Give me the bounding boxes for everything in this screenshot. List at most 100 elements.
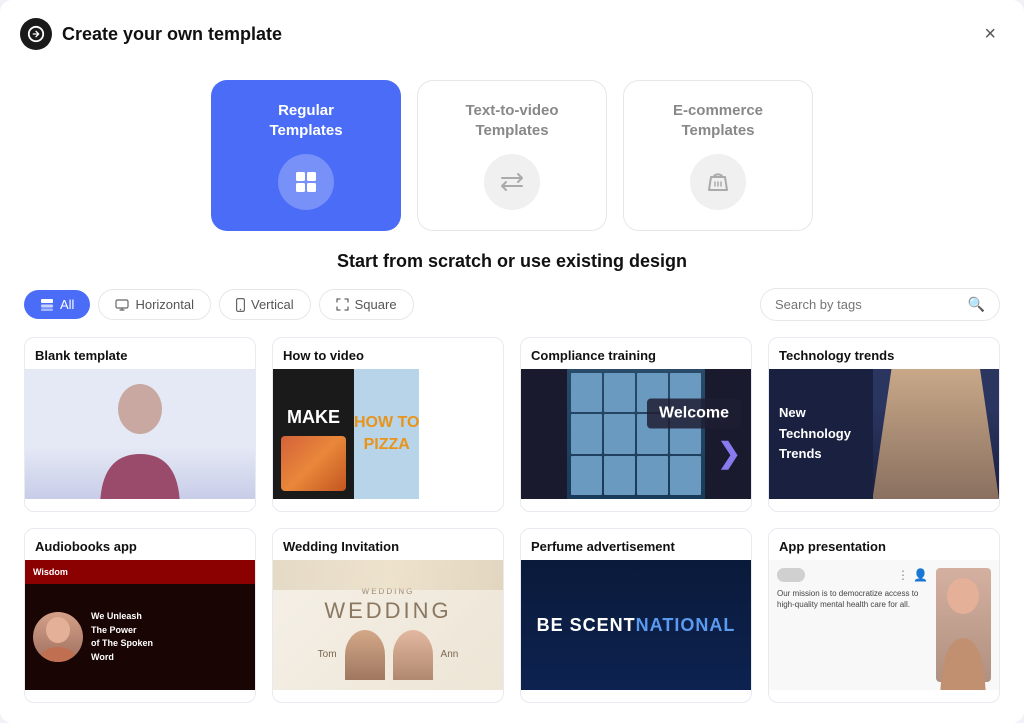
template-card-app[interactable]: App presentation ⋮ 👤 Our mission is to d… <box>768 528 1000 703</box>
type-card-row: RegularTemplates Text-to-videoTemplates <box>0 64 1024 251</box>
compliance-thumbnail: Welcome ❯ <box>521 369 751 499</box>
app-left-panel: ⋮ 👤 Our mission is to democratize access… <box>777 568 928 682</box>
close-button[interactable]: × <box>980 20 1000 48</box>
person-silhouette <box>95 379 185 499</box>
welcome-overlay: Welcome ❯ <box>647 399 741 470</box>
template-card-tech[interactable]: Technology trends New Technology Trends <box>768 337 1000 512</box>
howto-left-panel: MAKE <box>273 369 354 499</box>
perfume-text-graphic: BE SCENTNATIONAL <box>537 615 736 636</box>
app-thumbnail: ⋮ 👤 Our mission is to democratize access… <box>769 560 999 690</box>
window-6 <box>604 414 635 453</box>
welcome-arrow-icon: ❯ <box>718 437 741 470</box>
create-template-dialog: Create your own template × RegularTempla… <box>0 0 1024 723</box>
filter-search-row: All Horizontal Vertical <box>0 288 1024 321</box>
bride-graphic <box>393 630 433 680</box>
type-card-ttv-label: Text-to-videoTemplates <box>465 101 558 140</box>
square-icon <box>336 298 349 311</box>
tech-person-silhouette <box>873 369 1000 499</box>
layers-icon <box>40 298 54 312</box>
template-card-perfume[interactable]: Perfume advertisement BE SCENTNATIONAL <box>520 528 752 703</box>
filter-horizontal-label: Horizontal <box>135 297 194 312</box>
wedding-floral-graphic <box>273 560 503 590</box>
filter-horizontal-button[interactable]: Horizontal <box>98 289 211 320</box>
type-card-regular[interactable]: RegularTemplates <box>211 80 401 231</box>
bride-name: Ann <box>441 649 459 660</box>
app-person-icon: 👤 <box>913 568 928 582</box>
window-1 <box>571 373 602 412</box>
howto-pizza-graphic <box>281 436 346 491</box>
tech-thumbnail: New Technology Trends <box>769 369 999 499</box>
window-5 <box>571 414 602 453</box>
app-person-graphic <box>936 568 991 682</box>
howto-thumbnail: MAKE HOW TO PIZZA <box>273 369 503 499</box>
wedding-title-text: WEDDING <box>324 598 451 624</box>
tech-word-1: New <box>779 405 863 422</box>
type-card-regular-label: RegularTemplates <box>269 101 342 140</box>
groom-name: Tom <box>318 649 337 660</box>
wedding-content: WEDDiNG WEDDING Tom Ann <box>318 587 459 680</box>
filter-vertical-button[interactable]: Vertical <box>219 289 311 320</box>
filter-all-label: All <box>60 297 74 312</box>
template-label-blank: Blank template <box>25 338 255 369</box>
regular-icon-container <box>278 154 334 210</box>
tech-text-panel: New Technology Trends <box>769 369 873 499</box>
template-card-compliance[interactable]: Compliance training Welc <box>520 337 752 512</box>
template-card-audiobooks[interactable]: Audiobooks app Wisdom We UnleashThe Powe… <box>24 528 256 703</box>
window-2 <box>604 373 635 412</box>
template-card-howto[interactable]: How to video MAKE HOW TO PIZZA <box>272 337 504 512</box>
app-toggle-graphic <box>777 568 805 582</box>
search-box: 🔍 <box>760 288 1000 321</box>
window-10 <box>604 456 635 495</box>
howto-make-text: MAKE <box>281 403 346 432</box>
audiobooks-thumbnail: Wisdom We UnleashThe Powerof The SpokenW… <box>25 560 255 690</box>
templates-grid: Blank template How to video MAKE <box>0 337 1024 723</box>
phone-icon <box>236 298 245 312</box>
groom-graphic <box>345 630 385 680</box>
search-icon: 🔍 <box>968 296 985 313</box>
search-input[interactable] <box>775 297 960 312</box>
template-label-wedding: Wedding Invitation <box>273 529 503 560</box>
template-label-audiobooks: Audiobooks app <box>25 529 255 560</box>
type-card-ecommerce[interactable]: E-commerceTemplates <box>623 80 813 231</box>
tech-word-3: Trends <box>779 446 863 463</box>
grid-icon <box>292 168 320 196</box>
type-card-ecom-label: E-commerceTemplates <box>673 101 763 140</box>
audio-header-text: Wisdom <box>33 567 68 577</box>
howto-right-panel: HOW TO PIZZA <box>354 369 419 499</box>
audio-header: Wisdom <box>25 560 255 584</box>
blank-person-graphic <box>25 369 255 499</box>
filter-all-button[interactable]: All <box>24 290 90 319</box>
basket-icon <box>704 168 732 196</box>
template-label-app: App presentation <box>769 529 999 560</box>
filter-square-button[interactable]: Square <box>319 289 414 320</box>
template-card-wedding[interactable]: Wedding Invitation WEDDiNG WEDDING Tom A… <box>272 528 504 703</box>
audio-person-graphic <box>33 612 83 662</box>
welcome-text: Welcome <box>647 399 741 429</box>
dialog-header: Create your own template × <box>0 0 1024 64</box>
template-label-perfume: Perfume advertisement <box>521 529 751 560</box>
app-logo <box>20 18 52 50</box>
monitor-icon <box>115 299 129 311</box>
template-label-tech: Technology trends <box>769 338 999 369</box>
ecom-icon-container <box>690 154 746 210</box>
swap-icon <box>498 171 526 193</box>
type-card-text-to-video[interactable]: Text-to-videoTemplates <box>417 80 607 231</box>
app-dots-icon: ⋮ <box>897 568 909 582</box>
template-card-blank[interactable]: Blank template <box>24 337 256 512</box>
window-9 <box>571 456 602 495</box>
ttv-icon-container <box>484 154 540 210</box>
howto-how-to-text: HOW TO <box>354 414 419 432</box>
app-person-silhouette <box>936 568 991 690</box>
howto-pizza-text: PIZZA <box>364 436 410 454</box>
filter-square-label: Square <box>355 297 397 312</box>
template-label-compliance: Compliance training <box>521 338 751 369</box>
tech-person-graphic <box>873 369 1000 499</box>
tech-word-2: Technology <box>779 426 863 443</box>
blank-thumbnail <box>25 369 255 499</box>
audio-text-area: We UnleashThe Powerof The SpokenWord <box>91 610 153 664</box>
wedding-thumbnail: WEDDiNG WEDDING Tom Ann <box>273 560 503 690</box>
audio-body-text: We UnleashThe Powerof The SpokenWord <box>91 610 153 664</box>
person-head <box>33 612 83 662</box>
dialog-title: Create your own template <box>62 24 970 45</box>
app-toggle-row: ⋮ 👤 <box>777 568 928 582</box>
